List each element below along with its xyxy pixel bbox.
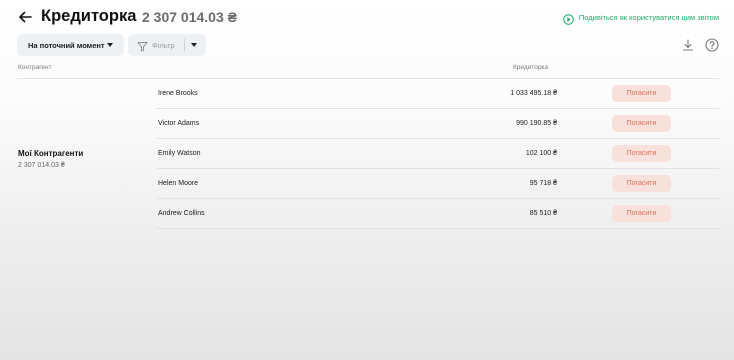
counterparty-group: Мої Контрагенти 2 307 014.03 ₴ [18, 149, 83, 169]
counterparty-name[interactable]: Helen Moore [158, 180, 198, 187]
period-dropdown-label: На поточний момент [28, 40, 105, 50]
toolbar: На поточний момент Фільтр [17, 34, 719, 56]
group-total: 2 307 014.03 ₴ [18, 162, 65, 169]
filter-label: Фільтр [152, 41, 175, 50]
group-name: Мої Контрагенти [18, 149, 84, 158]
download-icon[interactable] [681, 38, 695, 52]
how-to-use-report-label: Подивіться як користуватися цим звітом [578, 12, 719, 22]
chevron-down-icon [107, 43, 113, 47]
filter-button[interactable]: Фільтр [128, 34, 206, 56]
table-row: Andrew Collins 85 510 ₴ Погасити [157, 199, 719, 229]
counterparty-name[interactable]: Victor Adams [158, 120, 199, 127]
payable-amount: 85 510 ₴ [529, 210, 557, 217]
page-title: Кредиторка [41, 7, 137, 25]
counterparty-name[interactable]: Andrew Collins [158, 210, 205, 217]
pay-off-button[interactable]: Погасити [612, 205, 671, 222]
table-row: Helen Moore 95 718 ₴ Погасити [157, 169, 719, 199]
pay-off-button[interactable]: Погасити [612, 145, 671, 162]
page-total-amount: 2 307 014.03 ₴ [142, 9, 237, 25]
payables-table: Irene Brooks 1 033 495.18 ₴ Погасити Vic… [157, 79, 719, 229]
table-row: Irene Brooks 1 033 495.18 ₴ Погасити [157, 79, 719, 109]
page-header: Кредиторка 2 307 014.03 ₴ Подивіться як … [17, 6, 719, 28]
funnel-icon [137, 39, 148, 52]
pay-off-button[interactable]: Погасити [612, 115, 671, 132]
pay-off-button[interactable]: Погасити [612, 85, 671, 102]
filter-dropdown-icon[interactable] [191, 43, 197, 47]
column-header-payable: Кредиторка [513, 64, 549, 71]
payable-amount: 990 190.85 ₴ [516, 120, 557, 127]
table-row: Emily Watson 102 100 ₴ Погасити [157, 139, 719, 169]
payable-amount: 95 718 ₴ [529, 180, 557, 187]
column-header-counterparty: Контрагент [18, 64, 52, 71]
pay-off-button[interactable]: Погасити [612, 175, 671, 192]
table-row: Victor Adams 990 190.85 ₴ Погасити [157, 109, 719, 139]
back-arrow-icon[interactable] [17, 9, 33, 25]
payable-amount: 1 033 495.18 ₴ [510, 90, 557, 97]
payable-amount: 102 100 ₴ [525, 150, 557, 157]
help-question-icon[interactable] [705, 38, 719, 52]
counterparty-name[interactable]: Irene Brooks [158, 90, 198, 97]
play-circle-icon [563, 12, 574, 25]
filter-divider [184, 39, 185, 51]
counterparty-name[interactable]: Emily Watson [158, 150, 201, 157]
period-dropdown[interactable]: На поточний момент [17, 34, 124, 56]
how-to-use-report-link[interactable]: Подивіться як користуватися цим звітом [563, 11, 719, 25]
